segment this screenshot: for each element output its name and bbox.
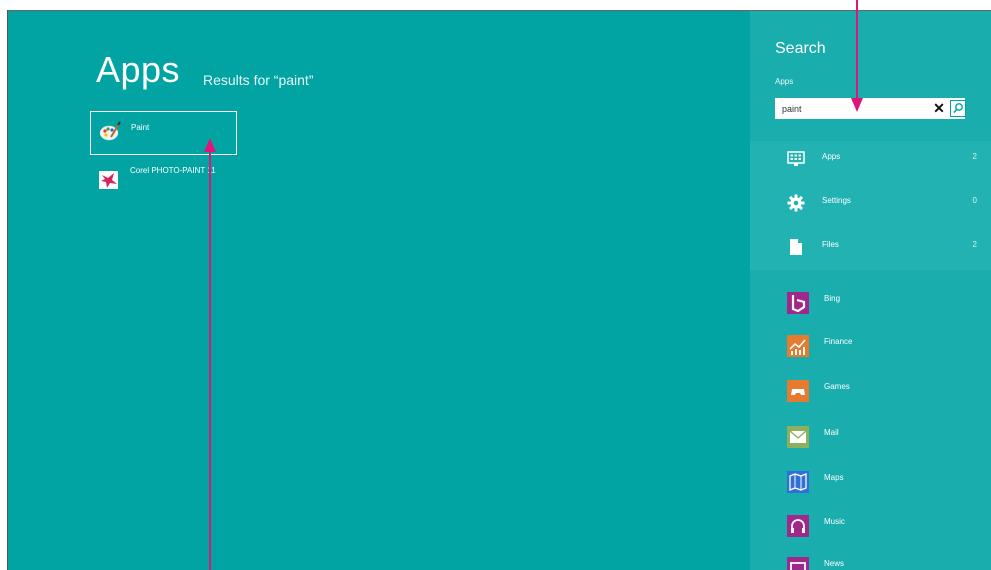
app-item-news[interactable]: News: [787, 557, 977, 570]
category-label: Files: [822, 240, 839, 249]
app-label: Mail: [824, 428, 839, 437]
app-label: Finance: [824, 337, 853, 346]
search-category-apps[interactable]: Apps 2: [750, 147, 991, 187]
result-label: Paint: [131, 123, 150, 132]
app-label: Games: [824, 382, 850, 391]
app-item-games[interactable]: Games: [787, 380, 977, 410]
search-icon[interactable]: [950, 100, 966, 117]
search-pane-title: Search: [775, 40, 826, 57]
category-label: Settings: [822, 196, 851, 205]
file-icon: [790, 239, 802, 255]
maps-icon: [787, 471, 809, 493]
app-item-finance[interactable]: Finance: [787, 335, 977, 365]
search-scope-label: Apps: [775, 77, 794, 86]
window-top-border: [7, 10, 991, 11]
arrowhead-up-icon: [204, 138, 216, 152]
app-label: Bing: [824, 294, 841, 303]
mail-icon: [787, 426, 809, 448]
news-icon: [787, 557, 809, 570]
settings-gear-icon: [787, 194, 805, 212]
apps-icon: [787, 151, 805, 166]
bing-icon: [787, 292, 809, 314]
annotation-arrow-to-paint-tile: [209, 150, 211, 570]
app-item-bing[interactable]: Bing: [787, 292, 977, 322]
page-title: Apps: [96, 49, 181, 90]
games-icon: [787, 380, 809, 402]
clear-search-button[interactable]: ✕: [931, 100, 947, 116]
start-screen: Apps Results for “paint” Paint Corel PHO…: [7, 10, 991, 570]
search-box: ✕: [775, 98, 966, 119]
category-label: Apps: [822, 152, 841, 161]
search-pane: Search Apps ✕: [750, 10, 991, 570]
window-left-border: [7, 10, 8, 570]
arrowhead-down-icon: [851, 98, 863, 112]
result-tile-corel-photo-paint[interactable]: Corel PHOTO-PAINT 11: [90, 160, 235, 202]
app-label: Maps: [824, 473, 844, 482]
annotation-arrow-to-search-input: [856, 0, 858, 100]
category-count: 0: [972, 196, 977, 205]
palette-icon: [99, 121, 121, 141]
app-label: News: [824, 559, 845, 568]
category-count: 2: [972, 240, 977, 249]
finance-icon: [787, 335, 809, 357]
search-category-settings[interactable]: Settings 0: [750, 191, 991, 231]
app-item-music[interactable]: Music: [787, 515, 977, 545]
app-item-mail[interactable]: Mail: [787, 426, 977, 456]
corel-photo-paint-icon: [99, 171, 118, 189]
app-label: Music: [824, 517, 845, 526]
headphones-icon: [787, 515, 809, 537]
category-count: 2: [972, 152, 977, 161]
results-subtitle: Results for “paint”: [203, 72, 314, 88]
app-item-maps[interactable]: Maps: [787, 471, 977, 501]
search-category-files[interactable]: Files 2: [750, 235, 991, 275]
search-category-list: Apps 2 Settings 0 Files 2: [750, 141, 991, 270]
